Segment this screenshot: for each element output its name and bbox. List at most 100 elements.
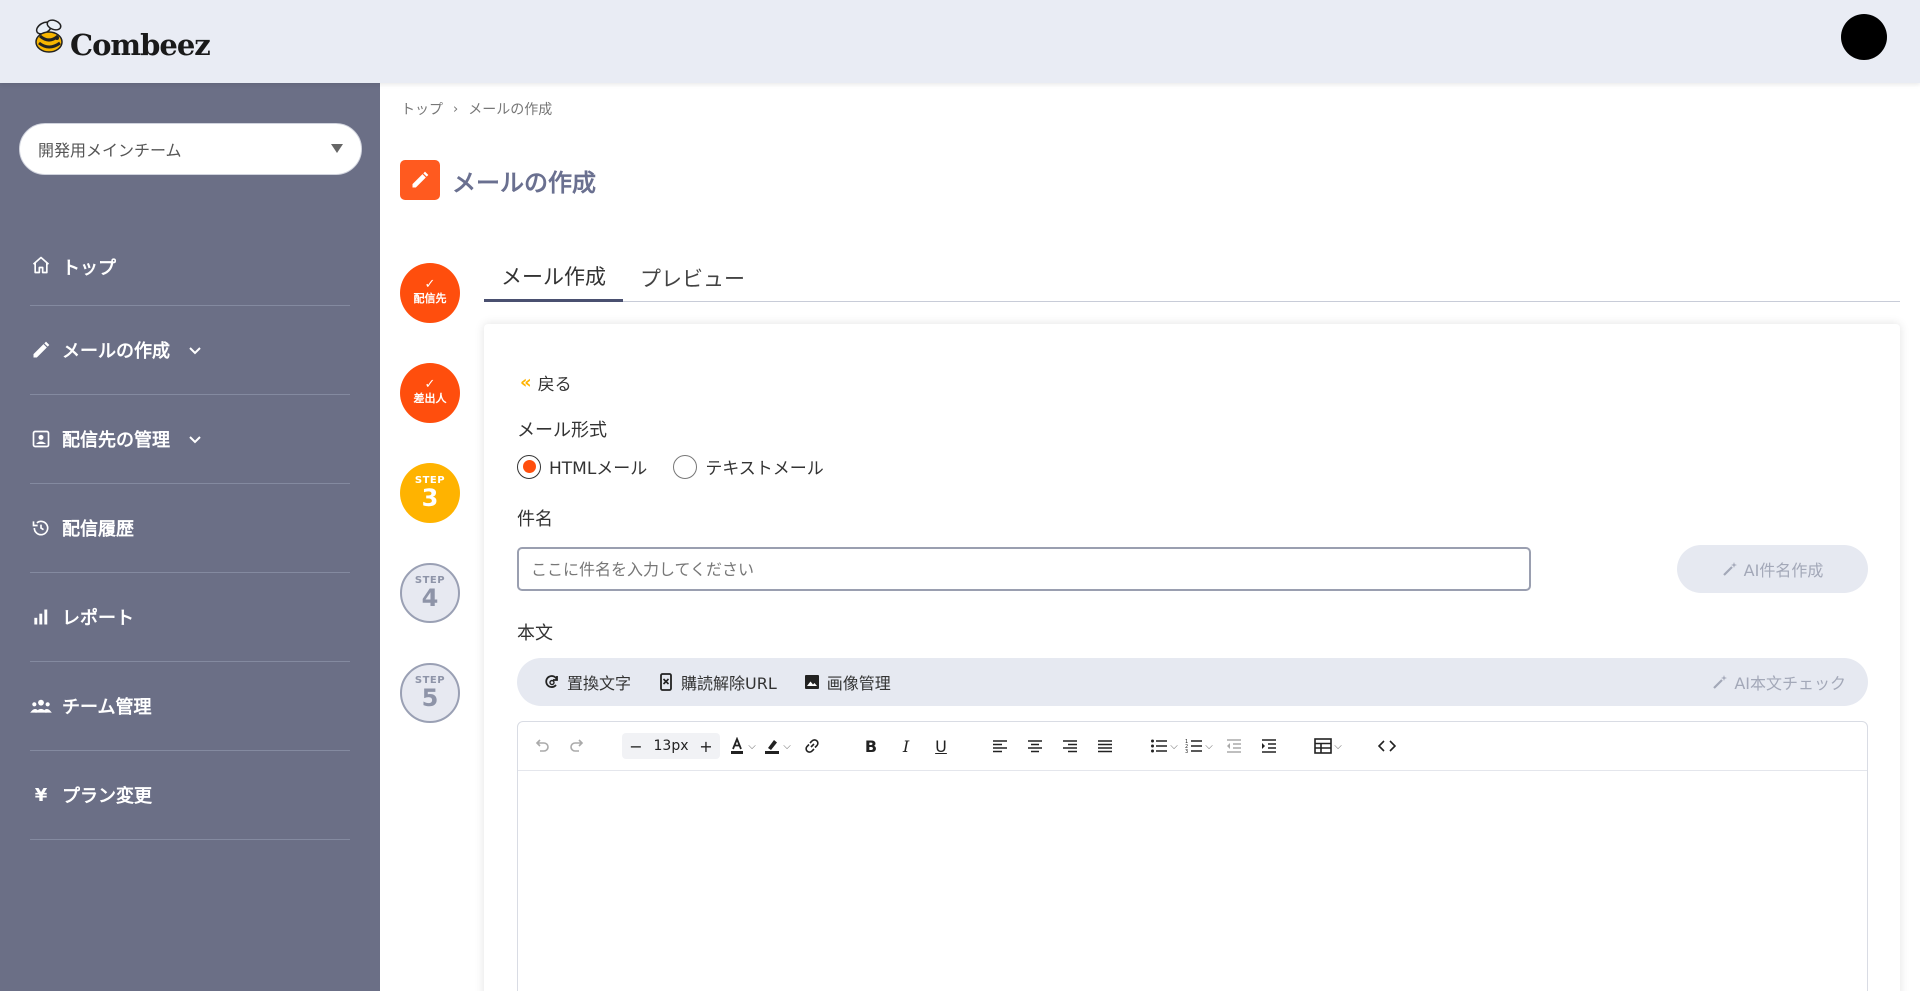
radio-label: HTMLメール: [549, 459, 648, 479]
step-label: 配信先: [413, 292, 447, 305]
radio-button[interactable]: [673, 454, 698, 479]
radio-label: テキストメール: [705, 459, 824, 479]
ai-body-check-label: AI本文チェック: [1734, 674, 1846, 693]
bullet-list-icon[interactable]: ⌵: [1150, 732, 1178, 760]
sidebar-item-label: 配信先の管理: [62, 430, 170, 451]
combeez-logo[interactable]: Combeez: [30, 16, 211, 62]
image-manage-label: 画像管理: [826, 674, 891, 693]
step-number: 4: [421, 584, 439, 612]
page-title-text: メールの作成: [452, 168, 596, 197]
editor-tabs: メール作成 プレビュー: [484, 253, 1900, 302]
editor-toolbar: − 13px + ⌵ ⌵ B I U ⌵ 1 2 3 ⌵ ⌵: [518, 722, 1867, 771]
replace-text-button[interactable]: 置換文字: [543, 670, 631, 694]
sidebar-item-recipients[interactable]: 配信先の管理: [30, 395, 350, 484]
step-sender[interactable]: ✓ 差出人: [400, 363, 460, 423]
unsubscribe-url-label: 購読解除URL: [681, 674, 777, 693]
tab-preview[interactable]: プレビュー: [623, 253, 762, 302]
highlight-icon[interactable]: ⌵: [763, 732, 791, 760]
sidebar-item-label: チーム管理: [62, 697, 152, 718]
align-left-icon[interactable]: [986, 732, 1014, 760]
mail-format-radios: HTMLメール テキストメール: [517, 454, 850, 479]
sidebar-item-top[interactable]: トップ: [30, 254, 350, 306]
radio-button[interactable]: [517, 454, 541, 479]
image-icon: [803, 673, 821, 691]
sidebar-item-label: プラン変更: [62, 786, 152, 807]
minus-icon[interactable]: −: [622, 732, 650, 760]
sidebar-item-report[interactable]: レポート: [30, 573, 350, 662]
link-icon[interactable]: [798, 732, 826, 760]
plus-icon[interactable]: +: [692, 732, 720, 760]
phonelink-erase-icon: [657, 673, 675, 691]
radio-text-mail[interactable]: テキストメール: [673, 454, 824, 479]
sidebar-item-label: レポート: [62, 608, 134, 629]
yen-icon: ¥: [34, 784, 48, 806]
home-icon: [30, 254, 52, 276]
image-manage-button[interactable]: 画像管理: [803, 670, 891, 694]
sidebar: 開発用メインチーム トップ メールの作成 配信先の管理 配信履歴 レポート チー…: [0, 83, 380, 991]
numbered-list-icon[interactable]: 123 ⌵: [1185, 732, 1213, 760]
back-link[interactable]: « 戻る: [520, 370, 572, 395]
chevron-down-icon: [188, 432, 202, 446]
chevron-down-icon: [188, 343, 202, 357]
breadcrumb: トップ › メールの作成: [401, 99, 552, 119]
caret-down-icon: [331, 144, 343, 153]
team-select[interactable]: 開発用メインチーム: [19, 123, 362, 175]
sidebar-item-plan[interactable]: ¥ プラン変更: [30, 751, 350, 840]
align-justify-icon[interactable]: [1091, 732, 1119, 760]
sidebar-item-label: トップ: [62, 258, 116, 279]
sidebar-item-mail-create[interactable]: メールの作成: [30, 306, 350, 395]
step-label: 差出人: [413, 392, 447, 405]
back-label: 戻る: [537, 375, 572, 395]
step-3: STEP 3: [400, 463, 460, 523]
bold-icon[interactable]: B: [857, 732, 885, 760]
editor-content-area[interactable]: [518, 771, 1867, 991]
underline-icon[interactable]: U: [927, 732, 955, 760]
source-code-icon[interactable]: [1373, 732, 1401, 760]
team-select-value: 開発用メインチーム: [38, 141, 182, 160]
user-avatar[interactable]: [1841, 14, 1887, 60]
subject-label: 件名: [517, 509, 553, 530]
subject-input[interactable]: [517, 547, 1531, 591]
bee-logo-icon: [30, 16, 74, 60]
step-recipients[interactable]: ✓ 配信先: [400, 263, 460, 323]
ai-subject-button[interactable]: AI件名作成: [1677, 545, 1868, 593]
replace-text-label: 置換文字: [567, 674, 632, 693]
pencil-icon: [30, 339, 52, 361]
sidebar-item-label: メールの作成: [62, 341, 170, 362]
indent-icon[interactable]: [1255, 732, 1283, 760]
double-chevron-left-icon: «: [520, 372, 532, 393]
breadcrumb-home[interactable]: トップ: [401, 99, 443, 119]
outdent-icon[interactable]: [1220, 732, 1248, 760]
italic-icon[interactable]: I: [892, 732, 920, 760]
app-header: Combeez: [0, 0, 1920, 83]
undo-icon[interactable]: [528, 732, 556, 760]
tab-mail-create[interactable]: メール作成: [484, 253, 623, 302]
sidebar-item-history[interactable]: 配信履歴: [30, 484, 350, 573]
step-number: 5: [421, 684, 439, 712]
refresh-search-icon: [543, 673, 561, 691]
radio-html-mail[interactable]: HTMLメール: [517, 454, 647, 479]
step-5: STEP 5: [400, 663, 460, 723]
ai-body-check-button[interactable]: AI本文チェック: [1712, 670, 1846, 694]
font-size-value[interactable]: 13px: [650, 738, 692, 754]
contacts-icon: [30, 428, 52, 450]
history-icon: [30, 517, 52, 539]
pencil-icon: [400, 160, 440, 200]
sidebar-item-team[interactable]: チーム管理: [30, 662, 350, 751]
mail-form-card: « 戻る メール形式 HTMLメール テキストメール 件名 AI件名作成 本文: [484, 324, 1900, 991]
step-number: 3: [421, 484, 439, 512]
align-right-icon[interactable]: [1056, 732, 1084, 760]
align-center-icon[interactable]: [1021, 732, 1049, 760]
step-indicator: ✓ 配信先 ✓ 差出人 STEP 3 STEP 4 STEP 5: [400, 263, 460, 763]
logo-text: Combeez: [70, 28, 211, 62]
text-color-icon[interactable]: ⌵: [728, 732, 756, 760]
main-content: トップ › メールの作成 メールの作成 ✓ 配信先 ✓ 差出人 STEP 3 S…: [380, 83, 1920, 991]
unsubscribe-url-button[interactable]: 購読解除URL: [657, 670, 777, 694]
page-title: メールの作成: [400, 160, 596, 200]
svg-text:3: 3: [1185, 749, 1188, 754]
step-4: STEP 4: [400, 563, 460, 623]
table-icon[interactable]: ⌵: [1314, 732, 1342, 760]
bar-chart-icon: [30, 606, 52, 628]
ai-subject-label: AI件名作成: [1743, 561, 1824, 580]
redo-icon[interactable]: [563, 732, 591, 760]
